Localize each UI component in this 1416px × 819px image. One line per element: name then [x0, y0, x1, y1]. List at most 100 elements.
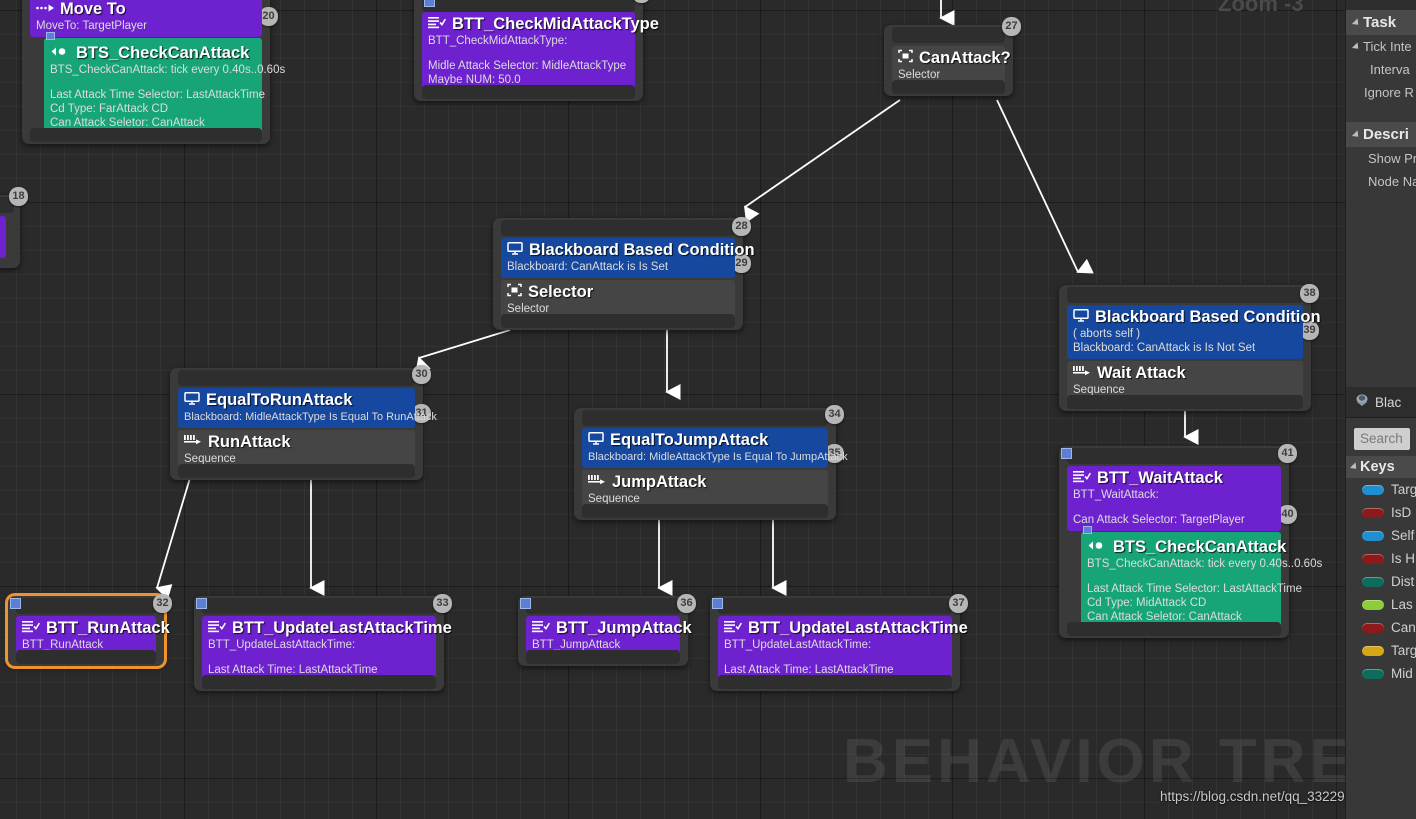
blackboard-keys-header-label: Keys [1360, 459, 1395, 475]
node-equal-to-run-attack[interactable]: 30 31 EqualToRunAttack Blackboard: Midle… [170, 365, 437, 480]
collapse-triangle-icon[interactable] [1349, 462, 1360, 472]
node-equal-to-jump-attack[interactable]: 34 35 EqualToJumpAttack Blackboard: Midl… [574, 405, 848, 520]
details-row-node-name[interactable]: Node Na [1346, 170, 1416, 193]
node-param-1: Can Attack Selector: TargetPlayer [1073, 514, 1245, 526]
node-btt-run-attack[interactable]: 32 BTT_RunAttack BTT_RunAttack [8, 594, 172, 666]
details-row-node-name-label: Node Na [1368, 174, 1416, 189]
node-index-top: 41 [1278, 444, 1297, 463]
blackboard-icon [1073, 307, 1089, 327]
node-title: BTT_RunAttack [46, 619, 170, 637]
service-bts-check-can-attack[interactable]: BTS_CheckCanAttack BTS_CheckCanAttack: t… [1081, 526, 1323, 628]
blackboard-icon [507, 240, 523, 260]
blackboard-key-row[interactable]: IsD [1346, 501, 1416, 524]
node-index-top: 34 [825, 405, 844, 424]
node-title-row: BTT_UpdateLastAttackTime [724, 618, 968, 638]
key-type-color-chip [1362, 553, 1384, 564]
task-icon [22, 618, 40, 638]
blackboard-tab[interactable]: Blac [1346, 387, 1416, 418]
blackboard-key-row[interactable]: Can [1346, 616, 1416, 639]
details-section-description[interactable]: Descri [1346, 122, 1416, 147]
blackboard-search-input[interactable]: Search [1354, 428, 1410, 450]
decorator-title-row: EqualToJumpAttack [588, 430, 822, 450]
task-icon [532, 618, 550, 638]
node-btt-update-last-attack-time-a[interactable]: 33 BTT_UpdateLastAttackTime BTT_UpdateLa… [194, 594, 452, 691]
node-18-fragment[interactable]: 18 [0, 187, 28, 268]
node-blackboard-condition-wait-attack[interactable]: 38 39 Blackboard Based Condition ( abort… [1059, 284, 1321, 411]
collapse-triangle-icon[interactable] [1351, 129, 1362, 140]
blackboard-keys-header[interactable]: Keys [1346, 456, 1416, 478]
details-row-show-property[interactable]: Show Pr [1346, 147, 1416, 170]
decorator-equal-to-run-attack[interactable]: EqualToRunAttack Blackboard: MidleAttack… [178, 388, 437, 428]
service-title: BTS_CheckCanAttack [76, 44, 250, 62]
node-title: BTT_CheckMidAttackType [452, 15, 659, 33]
node-title: JumpAttack [612, 473, 707, 491]
service-tick-text: BTS_CheckCanAttack: tick every 0.40s..0.… [50, 64, 286, 76]
details-section-description-label: Descri [1363, 126, 1409, 143]
node-btt-check-mid-attack-type[interactable]: 26 BTT_CheckMidAttackType BTT_CheckMidAt… [414, 0, 659, 101]
service-param-1: Last Attack Time Selector: LastAttackTim… [1087, 583, 1302, 595]
decorator-blackboard-based-condition[interactable]: Blackboard Based Condition Blackboard: C… [501, 238, 755, 278]
node-title-row: BTT_WaitAttack [1073, 468, 1275, 488]
blackboard-key-row[interactable]: Targ [1346, 478, 1416, 501]
service-bts-check-can-attack[interactable]: BTS_CheckCanAttack BTS_CheckCanAttack: t… [44, 32, 286, 134]
node-title: BTT_UpdateLastAttackTime [232, 619, 452, 637]
key-type-color-chip [1362, 530, 1384, 541]
node-param-1: Midle Attack Selector: MidleAttackType [428, 60, 627, 72]
blackboard-key-label: Can [1391, 620, 1416, 635]
blackboard-key-row[interactable]: Las [1346, 593, 1416, 616]
blackboard-key-label: Self [1391, 528, 1415, 543]
decorator-subtitle: Blackboard: MidleAttackType Is Equal To … [184, 411, 437, 423]
blackboard-key-label: Mid [1391, 666, 1413, 681]
key-type-color-chip [1362, 668, 1384, 679]
service-tick-text: BTS_CheckCanAttack: tick every 0.40s..0.… [1087, 558, 1323, 570]
node-index: 32 [153, 594, 172, 613]
service-title-row: BTS_CheckCanAttack [50, 43, 256, 63]
blackboard-key-label: Targ [1391, 482, 1416, 497]
blackboard-key-row[interactable]: Dist [1346, 570, 1416, 593]
details-section-task[interactable]: Task [1346, 10, 1416, 35]
decorator-blackboard-based-condition[interactable]: Blackboard Based Condition ( aborts self… [1067, 305, 1321, 359]
service-icon [50, 43, 70, 63]
blackboard-key-label: Las [1391, 597, 1413, 612]
node-index: 37 [949, 594, 968, 613]
task-icon [1073, 468, 1091, 488]
node-btt-wait-attack[interactable]: 41 40 BTT_WaitAttack BTT_WaitAttack: Can… [1059, 444, 1323, 638]
details-row-interval[interactable]: Interva [1346, 58, 1416, 81]
service-param-1: Last Attack Time Selector: LastAttackTim… [50, 89, 265, 101]
node-subtitle: BTT_WaitAttack: [1073, 489, 1159, 501]
details-section-task-label: Task [1363, 14, 1397, 31]
graph-canvas[interactable]: BEHAVIOR TREE https://blog.csdn.net/qq_3… [0, 0, 1345, 819]
blackboard-key-row[interactable]: Is H [1346, 547, 1416, 570]
node-title: RunAttack [208, 433, 291, 451]
node-subtitle: BTT_UpdateLastAttackTime: [724, 639, 872, 651]
node-move-to[interactable]: 20 Move To MoveTo: TargetPlayer BTS_Chec… [22, 0, 286, 144]
key-type-color-chip [1362, 645, 1384, 656]
blackboard-tab-label: Blac [1375, 394, 1402, 410]
details-row-tick-interval[interactable]: Tick Inte [1346, 35, 1416, 58]
key-type-color-chip [1362, 599, 1384, 610]
move-to-icon [36, 0, 54, 19]
node-subtitle: BTT_UpdateLastAttackTime: [208, 639, 356, 651]
blackboard-key-row[interactable]: Self [1346, 524, 1416, 547]
zoom-level-label: Zoom -3 [1218, 0, 1304, 16]
node-can-attack-selector[interactable]: 27 CanAttack? Selector [884, 17, 1021, 96]
node-blackboard-condition-selector[interactable]: 28 29 Blackboard Based Condition Blackbo… [493, 217, 755, 330]
collapse-triangle-icon[interactable] [1351, 41, 1362, 52]
service-param-2: Cd Type: FarAttack CD [50, 103, 169, 115]
blackboard-icon [184, 390, 200, 410]
node-btt-jump-attack[interactable]: 36 BTT_JumpAttack BTT_JumpAttack [518, 594, 696, 666]
blackboard-key-row[interactable]: Targ [1346, 639, 1416, 662]
key-type-color-chip [1362, 622, 1384, 633]
decorator-equal-to-jump-attack[interactable]: EqualToJumpAttack Blackboard: MidleAttac… [582, 428, 848, 468]
sequence-icon [588, 472, 606, 492]
node-title: Move To [60, 0, 126, 18]
decorator-abort-text: ( aborts self ) [1073, 328, 1141, 340]
node-btt-update-last-attack-time-b[interactable]: 37 BTT_UpdateLastAttackTime BTT_UpdateLa… [710, 594, 968, 691]
blackboard-key-row[interactable]: Mid [1346, 662, 1416, 685]
node-subtitle: MoveTo: TargetPlayer [36, 20, 148, 32]
blackboard-key-label: IsD [1391, 505, 1412, 520]
collapse-triangle-icon[interactable] [1351, 17, 1362, 28]
node-index-top: 28 [732, 217, 751, 236]
node-index: 33 [433, 594, 452, 613]
details-row-ignore-restart[interactable]: Ignore R [1346, 81, 1416, 104]
